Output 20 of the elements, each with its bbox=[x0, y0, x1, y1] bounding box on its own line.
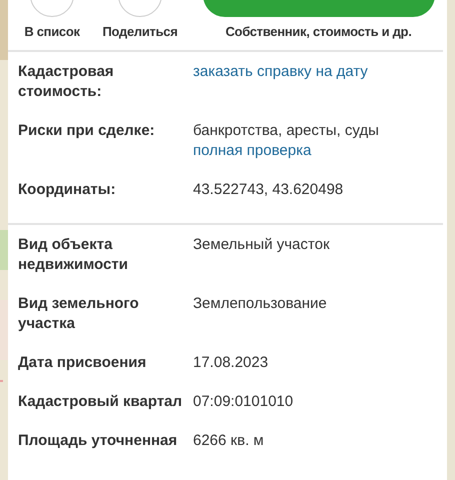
property-label: Дата присвоения bbox=[18, 353, 148, 373]
property-value: Землепользование bbox=[193, 294, 328, 314]
property-value: 17.08.2023 bbox=[193, 353, 270, 373]
link[interactable]: полная проверка bbox=[193, 141, 443, 161]
property-label: Вид земельного участка bbox=[18, 294, 140, 334]
property-label: Вид объекта недвижимости bbox=[18, 235, 129, 275]
property-value: банкротства, аресты, суды bbox=[193, 121, 380, 141]
property-value: 6266 кв. м bbox=[193, 431, 265, 451]
property-label: Кадастровая стоимость: bbox=[18, 62, 115, 102]
action-label[interactable]: В список bbox=[24, 22, 80, 42]
action-label[interactable]: Поделиться bbox=[102, 22, 178, 42]
property-value: Земельный участок bbox=[193, 235, 331, 255]
property-label: Риски при сделке: bbox=[18, 121, 156, 141]
link[interactable]: заказать справку на дату bbox=[193, 62, 443, 82]
property-value: 07:09:0101010 bbox=[193, 392, 294, 412]
property-label: Кадастровый квартал bbox=[18, 392, 184, 412]
button-caption: Собственник, стоимость и др. bbox=[225, 23, 412, 41]
property-label: Площадь уточненная bbox=[18, 431, 178, 451]
property-value: 43.522743, 43.620498 bbox=[193, 180, 344, 200]
property-label: Координаты: bbox=[18, 180, 117, 200]
